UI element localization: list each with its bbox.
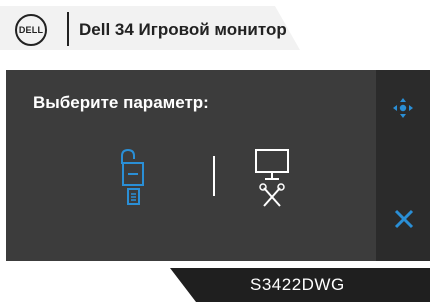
unlock-menu-option[interactable] bbox=[118, 148, 158, 210]
close-icon[interactable] bbox=[393, 208, 415, 230]
header-divider bbox=[67, 12, 69, 46]
directional-pad-glyph bbox=[393, 98, 413, 118]
monitor-service-option[interactable] bbox=[250, 148, 298, 210]
model-number: S3422DWG bbox=[250, 275, 345, 294]
dell-logo-text: DELL bbox=[18, 25, 44, 35]
directional-pad-icon[interactable] bbox=[391, 96, 415, 120]
unlock-menu-icon bbox=[121, 148, 144, 205]
close-glyph bbox=[394, 209, 414, 229]
osd-screen: DELL Dell 34 Игровой монитор Выберите па… bbox=[0, 0, 430, 302]
header-title: Dell 34 Игровой монитор bbox=[79, 20, 287, 39]
select-option-prompt: Выберите параметр: bbox=[33, 93, 209, 112]
dell-logo: DELL bbox=[15, 14, 47, 46]
options-divider bbox=[213, 156, 215, 196]
monitor-service-icon bbox=[255, 149, 289, 207]
